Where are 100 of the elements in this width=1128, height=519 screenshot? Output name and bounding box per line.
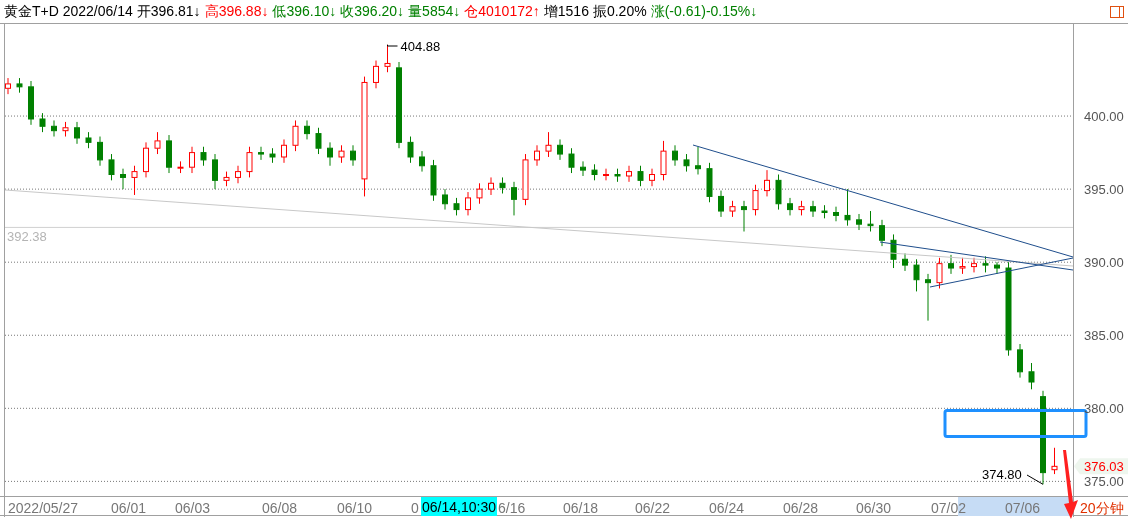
candlestick xyxy=(603,168,609,181)
candlestick xyxy=(752,184,759,216)
quote-value: 高396.88↓ xyxy=(204,2,269,21)
candlestick xyxy=(695,146,701,175)
candlestick xyxy=(166,134,172,174)
price-level-label: 392.38 xyxy=(7,229,47,245)
y-axis-label: 385.00 xyxy=(1084,328,1124,344)
candlestick xyxy=(223,171,230,187)
candlestick xyxy=(154,131,161,155)
x-axis-label: 06/18 xyxy=(563,499,599,518)
candlestick xyxy=(913,258,920,292)
candlestick xyxy=(177,160,184,174)
candlestick xyxy=(925,273,931,322)
quote-value: 增1516 xyxy=(543,2,589,21)
candlestick xyxy=(948,254,954,275)
quote-value: 涨(-0.61)-0.15%↓ xyxy=(650,2,758,21)
candlestick xyxy=(557,138,563,161)
candlestick xyxy=(292,119,299,152)
candlestick xyxy=(522,153,529,206)
candlestick xyxy=(936,257,943,289)
quote-value: 开396.81↓ xyxy=(136,2,201,21)
candlestick xyxy=(350,144,356,167)
candlestick xyxy=(683,153,690,173)
candlestick xyxy=(97,136,103,167)
candlestick xyxy=(1051,447,1058,475)
candlestick xyxy=(85,131,92,149)
candlestick xyxy=(833,206,839,222)
candlestick xyxy=(821,204,828,219)
candlestick xyxy=(545,131,552,158)
candlestick xyxy=(62,121,69,137)
candlestick xyxy=(28,80,34,126)
candlestick xyxy=(189,146,195,174)
candlestick xyxy=(614,168,621,183)
x-axis-label: 06/22 xyxy=(635,499,671,518)
y-axis-label: 375.00 xyxy=(1084,474,1124,490)
candlestick xyxy=(660,140,667,181)
candlestick xyxy=(1028,362,1035,390)
x-axis-label: 06/30 xyxy=(856,499,892,518)
x-axis-label: 06/01 xyxy=(111,499,147,518)
candlestick xyxy=(327,141,333,167)
annotation: 404.88 xyxy=(400,39,441,54)
last-price-tag: 376.03 xyxy=(1074,458,1128,475)
candlestick xyxy=(511,181,517,216)
candlestick xyxy=(775,174,782,211)
candlestick xyxy=(902,252,908,272)
candlestick xyxy=(235,165,241,184)
candlestick xyxy=(5,77,11,95)
candlestick xyxy=(258,146,264,161)
candlestick xyxy=(718,190,724,218)
candlestick xyxy=(108,153,115,181)
candlestick xyxy=(430,159,437,202)
candlestick xyxy=(959,257,966,275)
candlestick xyxy=(787,197,793,216)
candlestick xyxy=(637,165,644,187)
candlestick xyxy=(16,77,23,94)
candlestick xyxy=(131,165,138,196)
x-axis-label: 06/10 xyxy=(337,499,373,518)
quote-value: 量5854↓ xyxy=(408,2,461,21)
x-axis-label: 07/02 xyxy=(931,499,967,518)
x-axis-label: 06/08 xyxy=(262,499,298,518)
candlestick xyxy=(810,200,816,218)
period-label: 20分钟 xyxy=(1080,499,1124,518)
candlestick xyxy=(384,44,391,73)
candlestick xyxy=(315,127,322,155)
candlestick xyxy=(879,219,885,247)
instrument-title: 黄金T+D 2022/06/14 xyxy=(4,2,133,21)
candlestick xyxy=(120,168,126,190)
candlestick xyxy=(890,233,897,269)
candlestick xyxy=(534,144,540,167)
quote-value: 低396.10↓ xyxy=(272,2,337,21)
candlestick xyxy=(856,213,862,231)
candlestick xyxy=(971,257,977,273)
candlestick xyxy=(51,119,57,137)
candlestick xyxy=(476,182,483,205)
candlestick xyxy=(419,150,425,173)
candlestick xyxy=(74,121,80,145)
x-axis-label: 6/16 xyxy=(498,499,526,518)
candlestick xyxy=(568,147,575,174)
x-axis-label: 2022/05/27 xyxy=(8,499,79,518)
candlestick xyxy=(246,146,253,178)
candlestick xyxy=(143,141,149,178)
y-axis-label: 400.00 xyxy=(1084,109,1124,125)
candlestick xyxy=(729,200,736,218)
candlestick xyxy=(626,165,632,183)
candlestick xyxy=(741,200,747,232)
quote-value: 收396.20↓ xyxy=(340,2,405,21)
candlestick xyxy=(442,188,448,211)
candlestick xyxy=(338,144,345,164)
y-axis-label: 395.00 xyxy=(1084,182,1124,198)
candlestick xyxy=(212,153,218,190)
panel-toggle-icon[interactable] xyxy=(1110,5,1124,18)
candlestick xyxy=(764,169,770,197)
quote-value: 振0.20% xyxy=(592,2,647,21)
x-axis-label: 06/03 xyxy=(175,499,211,518)
candlestick xyxy=(994,261,1000,275)
candlestick xyxy=(672,144,678,167)
y-axis-label: 380.00 xyxy=(1084,401,1124,417)
candlestick xyxy=(304,119,310,140)
x-axis-label: 06/24 xyxy=(709,499,745,518)
candlestick xyxy=(453,197,460,216)
